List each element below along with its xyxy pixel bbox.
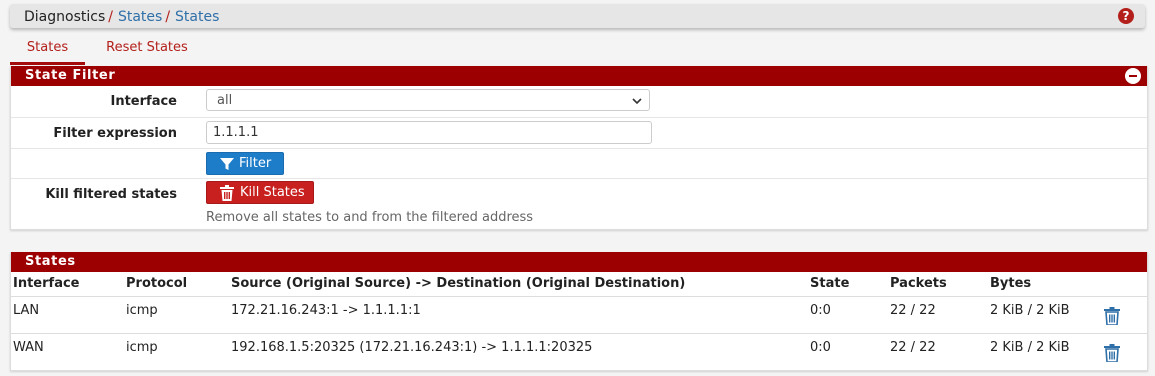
row-state: 0:0 (810, 303, 831, 318)
row-bytes: 2 KiB / 2 KiB (990, 340, 1070, 355)
interface-select-value: all (217, 93, 233, 108)
help-icon[interactable]: ? (1118, 8, 1134, 24)
chevron-down-icon (632, 98, 642, 105)
kill-states-button-label: Kill States (240, 185, 305, 200)
table-row: WAN icmp 192.168.1.5:20325 (172.21.16.24… (11, 333, 1147, 371)
collapse-icon[interactable] (1125, 68, 1141, 84)
row-flow: 172.21.16.243:1 -> 1.1.1.1:1 (231, 303, 421, 318)
kill-states-row: Kill filtered states Kill States Remove … (11, 179, 1147, 230)
breadcrumb-separator: / (108, 9, 113, 25)
state-filter-header: State Filter (11, 66, 1147, 86)
filter-expression-row: Filter expression (11, 118, 1147, 149)
state-filter-panel: State Filter Interface all Filter expres… (10, 66, 1148, 230)
filter-button[interactable]: Filter (206, 152, 284, 175)
filter-icon (220, 157, 234, 170)
column-interface: Interface (13, 276, 80, 291)
trash-icon (220, 184, 234, 201)
column-protocol: Protocol (126, 276, 188, 291)
column-state: State (810, 276, 850, 291)
row-bytes: 2 KiB / 2 KiB (990, 303, 1070, 318)
interface-select[interactable]: all (206, 89, 650, 111)
column-packets: Packets (890, 276, 947, 291)
interface-label: Interface (110, 94, 178, 109)
states-panel: States Interface Protocol Source (Origin… (10, 252, 1148, 371)
breadcrumb-separator: / (165, 9, 171, 25)
kill-states-help-text: Remove all states to and from the filter… (206, 210, 534, 225)
row-protocol: icmp (126, 340, 158, 355)
interface-row: Interface all (11, 86, 1147, 118)
tab-reset-states[interactable]: Reset States (102, 40, 192, 62)
row-packets: 22 / 22 (890, 303, 936, 318)
row-interface: LAN (13, 303, 40, 318)
row-flow: 192.168.1.5:20325 (172.21.16.243:1) -> 1… (231, 340, 593, 355)
column-source-destination: Source (Original Source) -> Destination … (231, 276, 686, 291)
filter-button-label: Filter (239, 156, 272, 171)
row-protocol: icmp (126, 303, 158, 318)
breadcrumb-states-link[interactable]: States (118, 9, 162, 25)
kill-states-button[interactable]: Kill States (206, 181, 314, 204)
states-title: States (25, 254, 76, 269)
delete-state-trash-icon[interactable] (1104, 307, 1120, 325)
states-table-header: Interface Protocol Source (Original Sour… (11, 272, 1147, 296)
table-row: LAN icmp 172.21.16.243:1 -> 1.1.1.1:1 0:… (11, 296, 1147, 334)
filter-expression-input[interactable] (206, 121, 652, 144)
row-interface: WAN (13, 340, 44, 355)
row-packets: 22 / 22 (890, 340, 936, 355)
filter-expression-label: Filter expression (53, 126, 177, 141)
row-state: 0:0 (810, 340, 831, 355)
kill-filtered-states-label: Kill filtered states (45, 187, 177, 202)
states-header: States (11, 252, 1147, 272)
tab-states[interactable]: States (10, 40, 85, 65)
column-bytes: Bytes (990, 276, 1032, 291)
breadcrumb-diagnostics: Diagnostics (24, 9, 106, 25)
breadcrumb: Diagnostics / States / States ? (10, 4, 1145, 28)
filter-button-row: Filter (11, 149, 1147, 179)
delete-state-trash-icon[interactable] (1104, 344, 1120, 362)
state-filter-title: State Filter (25, 68, 116, 83)
breadcrumb-states-current[interactable]: States (175, 9, 219, 25)
